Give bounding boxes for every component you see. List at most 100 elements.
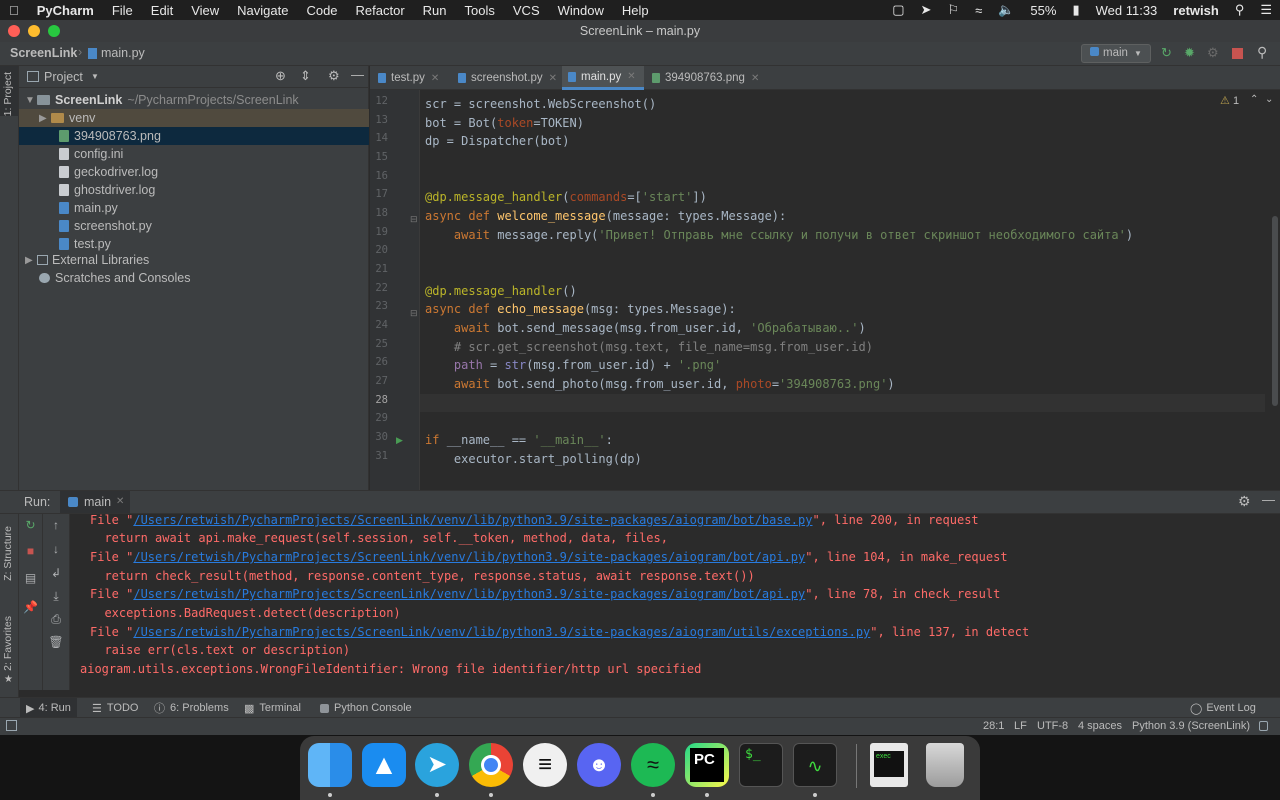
finder-icon[interactable]	[308, 743, 352, 787]
indent-setting[interactable]: 4 spaces	[1078, 720, 1122, 732]
tree-item-png[interactable]: 394908763.png	[19, 127, 369, 145]
keyboard-flag-icon[interactable]: ⚐	[939, 2, 967, 18]
menu-run[interactable]: Run	[414, 3, 456, 18]
chrome-icon[interactable]	[469, 743, 513, 787]
app-store-icon[interactable]: ▲	[362, 743, 406, 787]
warning-icon[interactable]: ⚠	[1220, 94, 1230, 107]
line-separator[interactable]: LF	[1014, 720, 1027, 732]
breadcrumb-file[interactable]: main.py	[101, 46, 145, 60]
app-menu[interactable]: PyCharm	[28, 3, 103, 18]
tab-problems[interactable]: ⓘ 6: Problems	[154, 698, 229, 718]
minimize-window-button[interactable]	[28, 25, 40, 37]
pin-icon[interactable]: 📌	[19, 600, 42, 614]
print-icon[interactable]: ⎙	[43, 612, 69, 627]
search-everywhere-icon[interactable]: ⚲	[1257, 44, 1267, 61]
amplitude-icon[interactable]: ≡	[523, 743, 567, 787]
collapse-all-icon[interactable]: ⇕	[300, 68, 311, 84]
menu-code[interactable]: Code	[297, 3, 346, 18]
fold-icon[interactable]: ⊟	[410, 214, 418, 225]
tree-item-screenshot[interactable]: screenshot.py	[19, 217, 369, 235]
coverage-icon[interactable]: ⚙	[1207, 45, 1219, 61]
run-tab-main[interactable]: main	[84, 495, 111, 509]
menu-file[interactable]: File	[103, 3, 142, 18]
battery-percent[interactable]: 55%	[1022, 3, 1064, 18]
tab-todo[interactable]: ☰ TODO	[92, 698, 138, 718]
file-link[interactable]: /Users/retwish/PycharmProjects/ScreenLin…	[133, 550, 805, 564]
tab-python-console[interactable]: Python Console	[320, 698, 412, 718]
arrow-up-icon[interactable]: ↑	[43, 518, 69, 532]
tree-item-scratches[interactable]: Scratches and Consoles	[19, 269, 369, 287]
tree-item-config[interactable]: config.ini	[19, 145, 369, 163]
screen-mirror-icon[interactable]: ▢	[884, 2, 912, 18]
file-link[interactable]: /Users/retwish/PycharmProjects/ScreenLin…	[133, 514, 812, 527]
user-menu[interactable]: retwish	[1165, 3, 1227, 18]
soft-wrap-icon[interactable]: ↲	[43, 566, 69, 580]
toggle-tool-windows-icon[interactable]	[6, 720, 17, 731]
telegram-status-icon[interactable]: ➤	[913, 2, 940, 18]
chevron-down-icon[interactable]: ⌄	[1265, 94, 1273, 105]
menu-edit[interactable]: Edit	[142, 3, 182, 18]
control-center-icon[interactable]: ☰	[1252, 2, 1280, 18]
tab-terminal[interactable]: ▩ Terminal	[244, 698, 301, 718]
menu-window[interactable]: Window	[549, 3, 613, 18]
layout-icon[interactable]: ▤	[19, 571, 42, 585]
tree-item-external-libraries[interactable]: ▶ External Libraries	[19, 251, 369, 269]
run-config-select[interactable]: main ▼	[1081, 44, 1151, 63]
menu-tools[interactable]: Tools	[456, 3, 504, 18]
tab-test-py[interactable]: test.py ✕	[378, 66, 454, 90]
cursor-position[interactable]: 28:1	[983, 720, 1004, 732]
volume-icon[interactable]: 🔈	[990, 2, 1022, 18]
close-tab-icon[interactable]: ✕	[627, 71, 635, 82]
menu-help[interactable]: Help	[613, 3, 658, 18]
debug-icon[interactable]: ✹	[1184, 45, 1195, 61]
rerun-icon[interactable]: ↻	[19, 518, 42, 532]
clock[interactable]: Wed 11:33	[1088, 3, 1166, 18]
fold-icon[interactable]: ⊟	[410, 308, 418, 319]
menu-vcs[interactable]: VCS	[504, 3, 549, 18]
apple-icon[interactable]: 	[0, 3, 28, 18]
menu-view[interactable]: View	[182, 3, 228, 18]
chevron-up-icon[interactable]: ⌃	[1250, 94, 1258, 105]
tree-item-venv[interactable]: ▶ venv	[19, 109, 369, 127]
pycharm-icon[interactable]: PC	[685, 743, 729, 787]
close-tab-icon[interactable]: ✕	[751, 73, 759, 84]
tab-main-py[interactable]: main.py ✕	[562, 66, 644, 90]
hide-icon[interactable]: —	[351, 67, 364, 82]
gear-icon[interactable]: ⚙	[1238, 493, 1251, 510]
tab-run[interactable]: ▶ 4: Run	[20, 698, 77, 718]
discord-icon[interactable]: ☻	[577, 743, 621, 787]
python-interpreter[interactable]: Python 3.9 (ScreenLink)	[1132, 720, 1250, 732]
file-encoding[interactable]: UTF-8	[1037, 720, 1068, 732]
hide-icon[interactable]: —	[1262, 492, 1275, 507]
gear-icon[interactable]: ⚙	[328, 68, 340, 84]
project-view-select[interactable]: Project	[44, 70, 83, 84]
close-tab-icon[interactable]: ✕	[549, 73, 557, 84]
stop-icon[interactable]: ■	[19, 544, 42, 558]
close-window-button[interactable]	[8, 25, 20, 37]
wifi-icon[interactable]: ≈	[967, 3, 990, 18]
close-tab-icon[interactable]: ✕	[431, 73, 439, 84]
favorites-tool-button[interactable]: 2: Favorites	[2, 616, 14, 671]
rerun-icon[interactable]: ↻	[1161, 45, 1172, 61]
trash-icon[interactable]: 🗑	[43, 635, 69, 649]
scroll-to-end-icon[interactable]: ⤓	[43, 589, 69, 604]
close-tab-icon[interactable]: ✕	[116, 496, 124, 507]
tab-event-log[interactable]: ◯ Event Log	[1190, 698, 1256, 718]
tree-item-geckodriver[interactable]: geckodriver.log	[19, 163, 369, 181]
code-area[interactable]: scr = screenshot.WebScreenshot() bot = B…	[425, 90, 1265, 490]
battery-icon[interactable]: ▮	[1064, 2, 1087, 18]
tab-screenshot-py[interactable]: screenshot.py ✕	[458, 66, 558, 90]
trash-icon[interactable]	[926, 743, 964, 787]
structure-tool-button[interactable]: Z: Structure	[2, 526, 14, 581]
run-gutter-icon[interactable]: ▶	[396, 435, 403, 446]
terminal-icon[interactable]: $_	[739, 743, 783, 787]
locate-icon[interactable]: ⊕	[275, 68, 286, 84]
tab-png[interactable]: 394908763.png ✕	[652, 66, 762, 90]
arrow-down-icon[interactable]: ↓	[43, 542, 69, 556]
editor-scrollbar[interactable]	[1272, 216, 1278, 406]
exec-file-icon[interactable]: exec	[870, 743, 908, 787]
stop-icon[interactable]	[1232, 48, 1243, 59]
breadcrumb-project[interactable]: ScreenLink	[10, 46, 77, 60]
spotlight-search-icon[interactable]: ⚲	[1227, 2, 1253, 18]
zoom-window-button[interactable]	[48, 25, 60, 37]
